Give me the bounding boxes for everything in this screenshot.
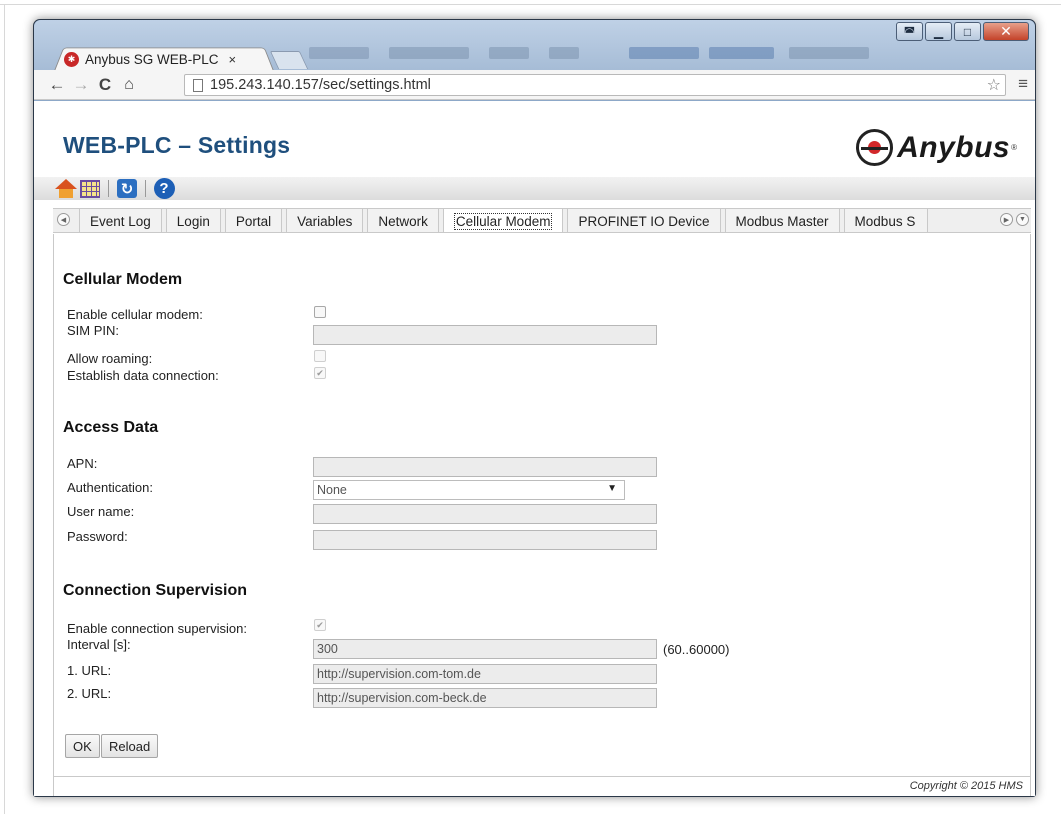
anybus-favicon-icon: ✱ <box>64 51 79 67</box>
tab-event-log[interactable]: Event Log <box>79 209 162 232</box>
refresh-button[interactable]: ↻ <box>115 178 139 200</box>
enable-connection-supervision-checkbox[interactable]: ✔ <box>314 619 326 631</box>
user-name-label: User name: <box>67 504 135 519</box>
apn-label: APN: <box>67 456 98 471</box>
interval-label: Interval [s]: <box>67 637 131 652</box>
window-controls: ◚ ▁ □ ✕ <box>896 22 1029 41</box>
minimize-button[interactable]: ▁ <box>925 22 952 41</box>
tab-list-dropdown-icon[interactable]: ▼ <box>1016 213 1029 226</box>
tab-modbus-slave[interactable]: Modbus S <box>843 209 928 232</box>
forward-arrow-icon[interactable]: → <box>69 75 93 95</box>
grid-icon <box>80 179 100 198</box>
close-window-button[interactable]: ✕ <box>983 22 1029 41</box>
browser-tab-title: Anybus SG WEB-PLC <box>85 51 219 67</box>
enable-connection-supervision-label: Enable connection supervision: <box>67 621 247 636</box>
logo-text: Anybus <box>897 130 1011 164</box>
sim-pin-input[interactable] <box>313 325 657 345</box>
url2-label: 2. URL: <box>67 686 112 701</box>
user-name-input[interactable] <box>313 504 657 524</box>
help-button[interactable]: ? <box>152 178 176 200</box>
scroll-left-icon[interactable]: ◀ <box>57 213 70 226</box>
reload-button[interactable]: Reload <box>101 734 159 758</box>
settings-panel: Cellular Modem Enable cellular modem: SI… <box>53 234 1031 796</box>
home-button[interactable] <box>54 178 78 200</box>
reload-icon[interactable]: C <box>93 75 117 95</box>
url1-label: 1. URL: <box>67 663 112 678</box>
tab-modbus-master[interactable]: Modbus Master <box>724 209 840 232</box>
authentication-label: Authentication: <box>67 480 154 495</box>
section-heading-connection-supervision: Connection Supervision <box>63 582 248 599</box>
ok-button[interactable]: OK <box>65 734 100 758</box>
refresh-icon: ↻ <box>117 179 137 198</box>
page-title: WEB-PLC – Settings <box>63 132 291 158</box>
settings-tabs: Event Log Login Portal Variables Network… <box>75 209 928 232</box>
page-left-rule <box>4 4 5 814</box>
anybus-logo: Anybus ® <box>856 129 1017 166</box>
home-icon[interactable]: ⌂ <box>117 76 141 94</box>
tab-login[interactable]: Login <box>165 209 221 232</box>
enable-cellular-modem-checkbox[interactable] <box>314 306 326 318</box>
apn-input[interactable] <box>313 457 657 477</box>
sim-pin-label: SIM PIN: <box>67 323 120 338</box>
tab-profinet-io-device[interactable]: PROFINET IO Device <box>567 209 721 232</box>
title-bar: ✱ Anybus SG WEB-PLC × ◚ ▁ □ ✕ <box>34 20 1035 71</box>
section-heading-access-data: Access Data <box>63 419 159 436</box>
page-top-rule <box>0 4 1061 5</box>
establish-data-connection-checkbox[interactable]: ✔ <box>314 367 326 379</box>
authentication-selected-value: None <box>317 483 347 497</box>
page-content: WEB-PLC – Settings Anybus ® ↻ ? ◀ Event … <box>34 101 1035 796</box>
app-icon-bar: ↻ ? <box>34 177 1035 200</box>
close-tab-icon[interactable]: × <box>229 52 237 67</box>
help-icon: ? <box>153 178 175 199</box>
back-arrow-icon[interactable]: ← <box>45 75 69 95</box>
browser-toolbar: ← → C ⌂ 195.243.140.157/sec/settings.htm… <box>34 70 1035 100</box>
allow-roaming-checkbox[interactable] <box>314 350 326 362</box>
interval-range-hint: (60..60000) <box>663 642 730 657</box>
maximize-button[interactable]: □ <box>954 22 981 41</box>
url1-input[interactable]: http://supervision.com-tom.de <box>313 664 657 684</box>
separator <box>145 180 146 197</box>
interval-input[interactable]: 300 <box>313 639 657 659</box>
page-icon <box>193 78 203 92</box>
password-input[interactable] <box>313 530 657 550</box>
variables-grid-button[interactable] <box>78 178 102 200</box>
anybus-emblem-icon <box>856 129 894 166</box>
scroll-right-icon[interactable]: ▶ <box>1000 213 1013 226</box>
authentication-select[interactable]: None ▼ <box>313 480 625 500</box>
copyright-text: Copyright © 2015 HMS <box>909 780 1023 792</box>
address-bar[interactable]: 195.243.140.157/sec/settings.html ☆ <box>184 74 1006 96</box>
user-icon[interactable]: ◚ <box>896 22 923 41</box>
establish-data-connection-label: Establish data connection: <box>67 368 219 383</box>
tab-network[interactable]: Network <box>367 209 439 232</box>
enable-cellular-modem-label: Enable cellular modem: <box>67 307 203 322</box>
url-text: 195.243.140.157/sec/settings.html <box>210 77 431 93</box>
background-window-blur <box>299 42 1019 64</box>
tab-cellular-modem[interactable]: Cellular Modem <box>442 209 564 232</box>
menu-icon[interactable]: ≡ <box>1018 74 1028 94</box>
settings-tab-strip: ◀ Event Log Login Portal Variables Netwo… <box>53 208 1031 233</box>
bookmark-star-icon[interactable]: ☆ <box>987 75 1001 95</box>
allow-roaming-label: Allow roaming: <box>67 351 153 366</box>
browser-window: ✱ Anybus SG WEB-PLC × ◚ ▁ □ ✕ ← → C ⌂ 19… <box>33 19 1036 797</box>
dropdown-arrow-icon: ▼ <box>607 483 617 494</box>
tab-variables[interactable]: Variables <box>286 209 364 232</box>
footer-rule <box>53 776 1031 777</box>
separator <box>108 180 109 197</box>
password-label: Password: <box>67 529 128 544</box>
house-icon <box>55 178 77 198</box>
tab-portal[interactable]: Portal <box>224 209 283 232</box>
logo-registered-mark: ® <box>1011 143 1017 152</box>
browser-tab-content[interactable]: ✱ Anybus SG WEB-PLC × <box>64 49 269 69</box>
url2-input[interactable]: http://supervision.com-beck.de <box>313 688 657 708</box>
section-heading-cellular-modem: Cellular Modem <box>63 271 183 288</box>
